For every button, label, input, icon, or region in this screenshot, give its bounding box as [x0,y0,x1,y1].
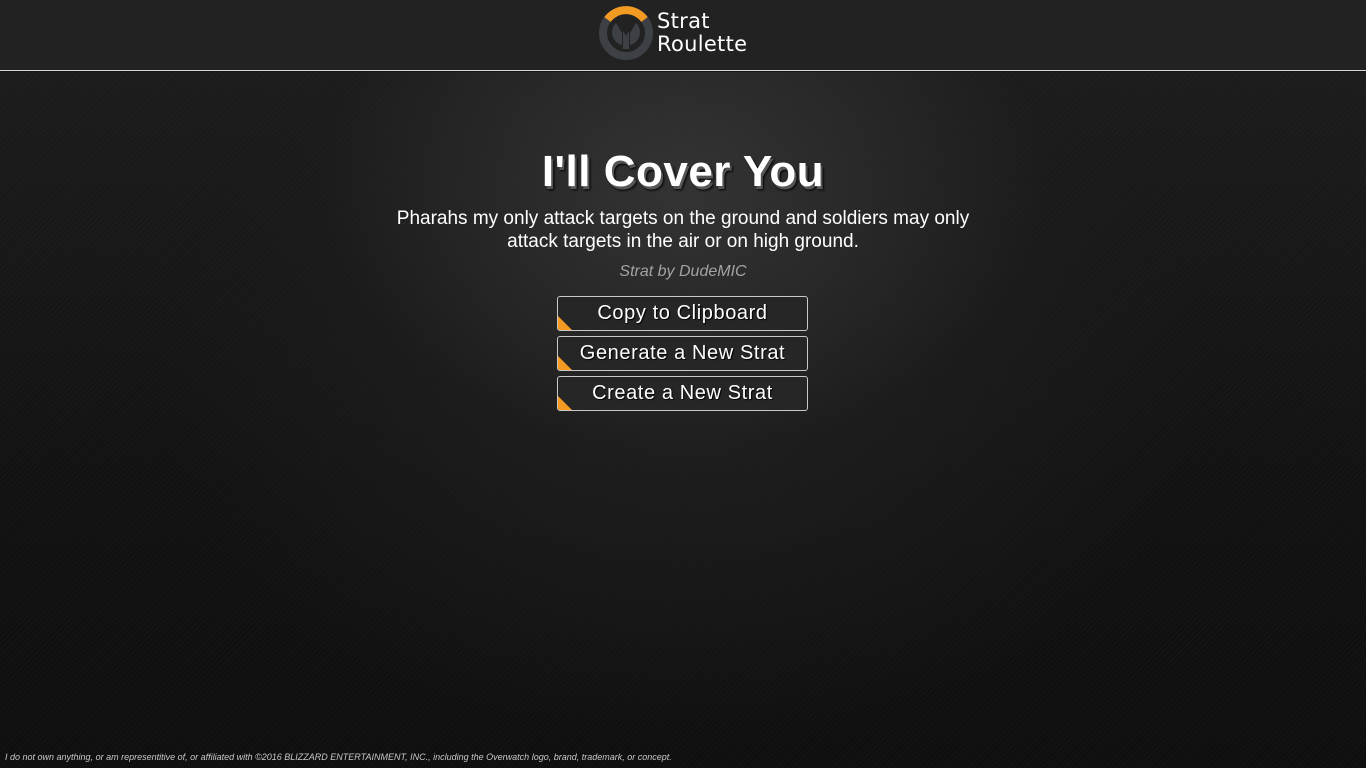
strat-author: Strat by DudeMIC [619,263,747,280]
generate-new-strat-button[interactable]: Generate a New Strat [557,336,808,371]
logo-line-strat: Strat [657,9,710,33]
copy-to-clipboard-button[interactable]: Copy to Clipboard [557,296,808,331]
corner-accent-icon [558,316,572,330]
strat-title: I'll Cover You [541,147,825,196]
overwatch-logo-icon [599,6,653,60]
create-button-label: Create a New Strat [592,382,773,404]
logo-text: Strat Roulette [657,10,747,56]
site-logo[interactable]: Strat Roulette [598,5,747,61]
corner-accent-icon [558,396,572,410]
copy-button-label: Copy to Clipboard [597,302,768,324]
strat-description: Pharahs my only attack targets on the gr… [396,208,970,252]
logo-line-roulette: Roulette [657,32,748,56]
corner-accent-icon [558,356,572,370]
create-new-strat-button[interactable]: Create a New Strat [557,376,808,411]
top-bar: Strat Roulette [0,0,1366,71]
generate-button-label: Generate a New Strat [579,342,786,364]
footer-disclaimer: I do not own anything, or am representit… [5,752,672,762]
